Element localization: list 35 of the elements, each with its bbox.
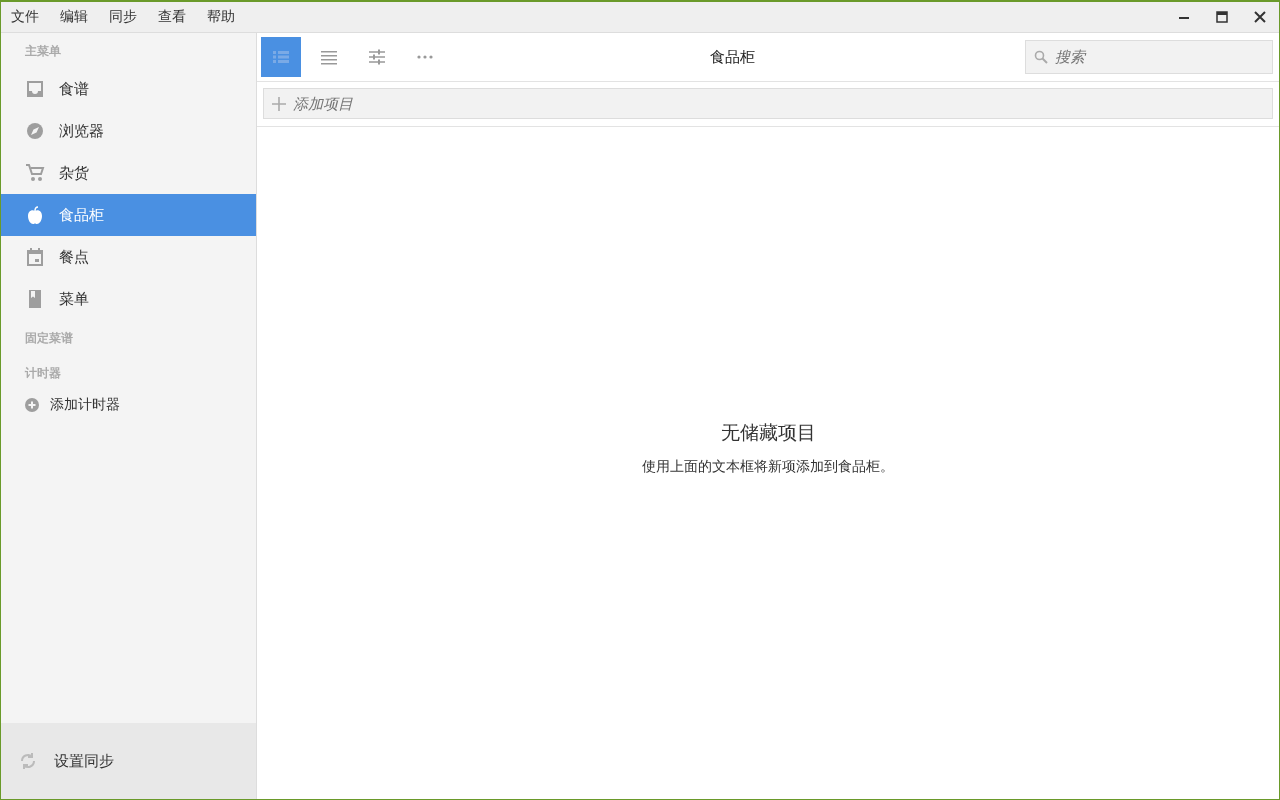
empty-state-message: 使用上面的文本框将新项添加到食品柜。	[642, 458, 894, 476]
section-heading: 主菜单	[24, 43, 62, 60]
sidebar-item[interactable]: 菜单	[1, 278, 256, 320]
sync-setup-button[interactable]: 设置同步	[1, 723, 256, 799]
sliders-icon	[368, 49, 386, 65]
section-heading: 固定菜谱	[24, 330, 74, 347]
compass-icon	[25, 121, 45, 141]
sidebar-item[interactable]: 食谱	[1, 68, 256, 110]
section-heading: 计时器	[23, 365, 62, 382]
menu-item[interactable]: 编辑	[60, 8, 88, 26]
menu-item[interactable]: 文件	[11, 8, 39, 26]
sidebar-item[interactable]: 浏览器	[1, 110, 256, 152]
page-title: 食品柜	[710, 47, 755, 67]
sidebar-item[interactable]: 餐点	[1, 236, 256, 278]
search-icon	[1034, 50, 1048, 64]
plus-circle-icon	[25, 398, 39, 412]
sync-icon	[19, 752, 37, 770]
close-icon[interactable]	[1254, 11, 1266, 23]
more-icon	[417, 55, 433, 59]
detailed-list-icon	[273, 51, 289, 63]
search-field[interactable]: 搜索	[1025, 40, 1273, 74]
calendar-icon	[25, 247, 45, 267]
sidebar-item[interactable]: 杂货	[1, 152, 256, 194]
add-timer-button[interactable]: 添加计时器	[1, 390, 256, 420]
menu-item[interactable]: 查看	[158, 8, 186, 26]
empty-state-title: 无储藏项目	[720, 420, 816, 445]
apple-icon	[25, 205, 45, 225]
add-item-field[interactable]: 添加项目	[263, 88, 1273, 119]
maximize-icon[interactable]	[1216, 11, 1228, 23]
cart-icon	[25, 163, 45, 183]
plus-icon	[272, 96, 286, 111]
menu-item[interactable]: 帮助	[207, 8, 235, 26]
menu-item[interactable]: 同步	[109, 8, 137, 26]
list-icon	[321, 51, 337, 65]
tray-icon	[25, 79, 45, 99]
